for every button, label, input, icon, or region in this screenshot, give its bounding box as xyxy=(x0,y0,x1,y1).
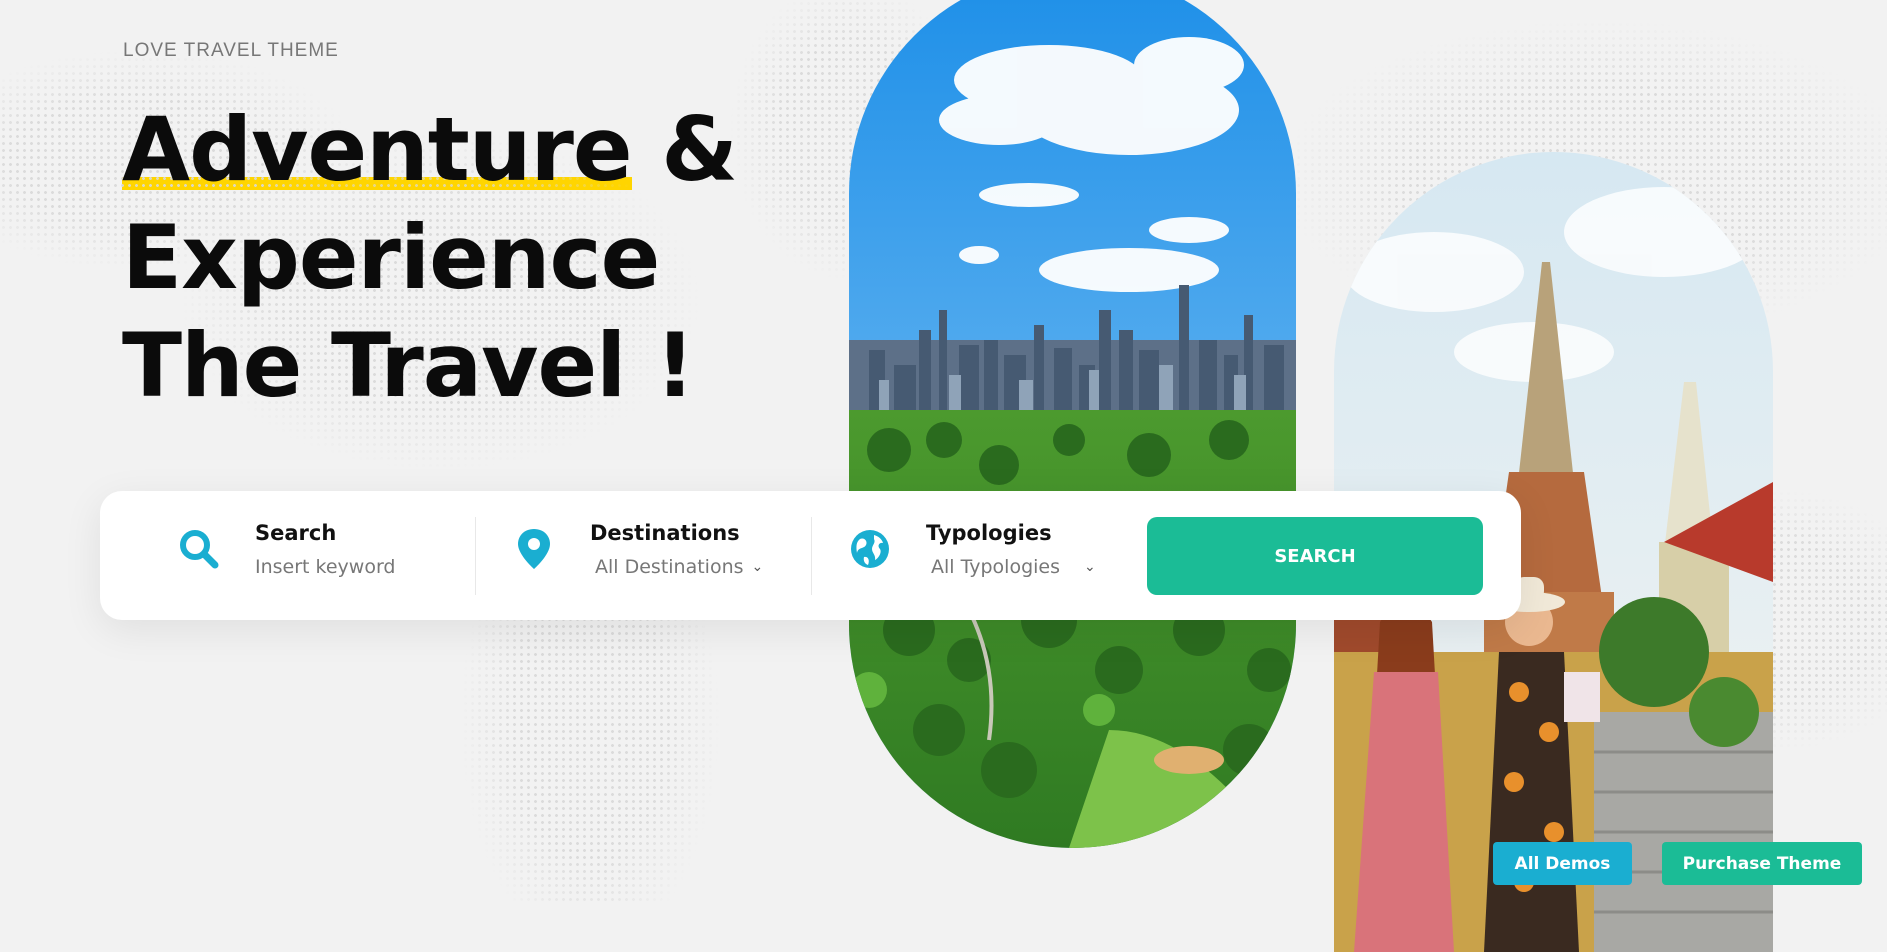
headline-line-3: The Travel ! xyxy=(122,314,695,417)
chevron-down-icon: ⌄ xyxy=(751,559,764,575)
hero-headline: Adventure & Experience The Travel ! xyxy=(122,96,738,420)
divider xyxy=(475,517,476,595)
destinations-field[interactable]: Destinations All Destinations ⌄ xyxy=(510,491,790,620)
typologies-select[interactable]: All Typologies ⌄ xyxy=(931,556,1096,578)
headline-highlight: Adventure xyxy=(122,96,633,204)
chevron-down-icon: ⌄ xyxy=(1084,559,1096,575)
all-demos-button[interactable]: All Demos xyxy=(1493,842,1632,885)
destinations-select[interactable]: All Destinations ⌄ xyxy=(595,556,763,578)
city-skyline-park-photo xyxy=(849,0,1296,848)
search-button[interactable]: SEARCH xyxy=(1147,517,1483,595)
typologies-label: Typologies xyxy=(926,521,1052,545)
search-field[interactable]: Search Insert keyword xyxy=(175,491,455,620)
headline-ampersand: & xyxy=(631,98,738,201)
divider xyxy=(811,517,812,595)
eyebrow-text: LOVE TRAVEL THEME xyxy=(123,40,339,61)
search-label: Search xyxy=(255,521,337,545)
destinations-label: Destinations xyxy=(590,521,740,545)
headline-line-1: Adventure & xyxy=(122,96,738,204)
search-icon xyxy=(180,530,219,569)
purchase-theme-button[interactable]: Purchase Theme xyxy=(1662,842,1862,885)
search-bar: Search Insert keyword Destinations All D… xyxy=(100,491,1521,620)
headline-line-2: Experience xyxy=(122,206,660,309)
search-input[interactable]: Insert keyword xyxy=(255,556,396,578)
typologies-field[interactable]: Typologies All Typologies ⌄ xyxy=(846,491,1126,620)
globe-icon xyxy=(851,530,889,568)
map-pin-icon xyxy=(518,529,550,569)
